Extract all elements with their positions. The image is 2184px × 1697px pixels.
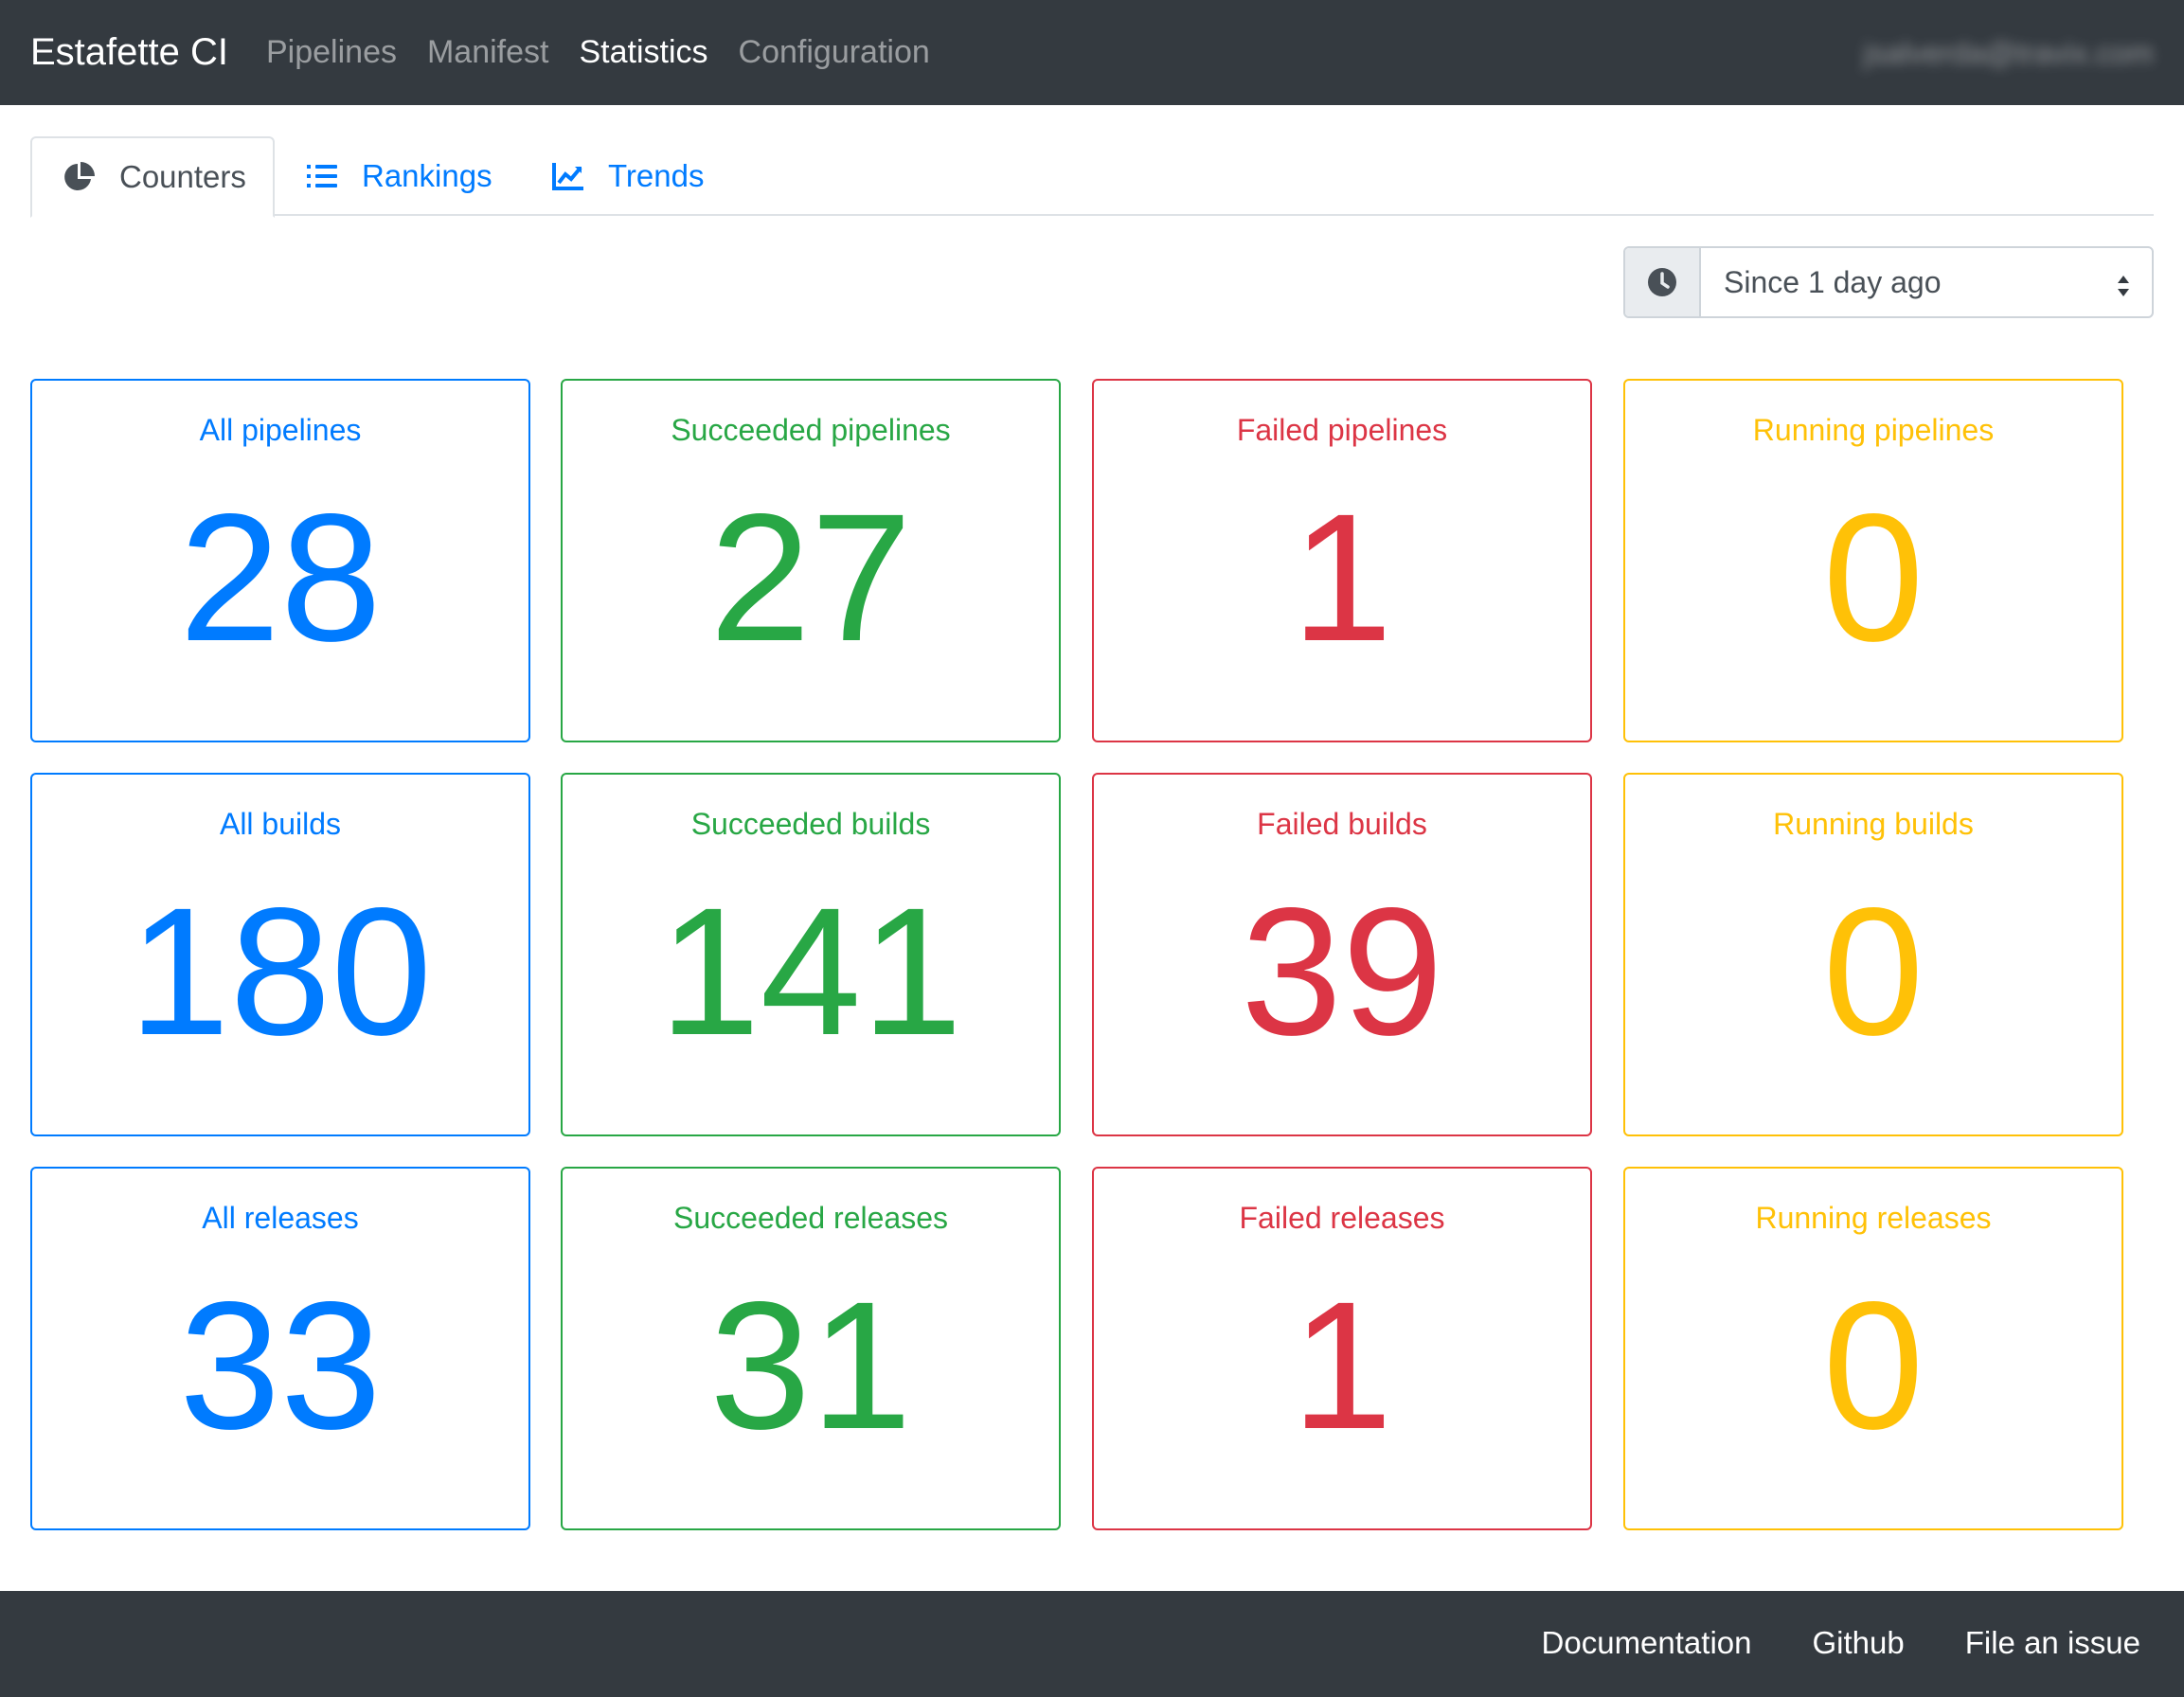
footer-link-file-an-issue[interactable]: File an issue	[1965, 1619, 2140, 1667]
counter-value: 27	[709, 475, 912, 679]
since-filter: Since 1 day ago	[1623, 246, 2154, 318]
nav-link-manifest[interactable]: Manifest	[427, 28, 549, 76]
counter-label: Running pipelines	[1752, 413, 1995, 447]
counter-value: 0	[1822, 475, 1924, 679]
counter-label: Running releases	[1755, 1201, 1992, 1235]
counter-card-all-builds: All builds 180	[30, 773, 530, 1136]
counter-label: All builds	[219, 807, 342, 841]
list-ol-icon	[305, 159, 339, 193]
footer: Documentation Github File an issue	[0, 1591, 2184, 1697]
counter-label: Succeeded pipelines	[671, 413, 951, 447]
counter-card-running-builds: Running builds 0	[1623, 773, 2123, 1136]
counter-card-running-releases: Running releases 0	[1623, 1167, 2123, 1530]
sort-arrows-icon	[2116, 271, 2131, 296]
counter-label: Failed builds	[1257, 807, 1427, 841]
footer-link-github[interactable]: Github	[1813, 1619, 1905, 1667]
tab-rankings[interactable]: Rankings	[305, 136, 492, 216]
counter-value: 180	[128, 869, 433, 1073]
since-select-value: Since 1 day ago	[1724, 264, 1942, 299]
counter-label: All pipelines	[199, 413, 362, 447]
counter-value: 33	[179, 1263, 382, 1467]
counter-label: Failed releases	[1239, 1201, 1445, 1235]
counter-card-failed-pipelines: Failed pipelines 1	[1092, 379, 1592, 742]
counter-card-succeeded-builds: Succeeded builds 141	[561, 773, 1061, 1136]
line-chart-icon	[551, 159, 585, 193]
counter-card-running-pipelines: Running pipelines 0	[1623, 379, 2123, 742]
counter-card-all-pipelines: All pipelines 28	[30, 379, 530, 742]
counter-label: Succeeded builds	[690, 807, 931, 841]
counter-card-failed-releases: Failed releases 1	[1092, 1167, 1592, 1530]
counter-card-failed-builds: Failed builds 39	[1092, 773, 1592, 1136]
nav-link-statistics[interactable]: Statistics	[579, 28, 707, 76]
statistics-tabs: Counters Rankings Trends	[30, 136, 2154, 218]
counter-card-succeeded-releases: Succeeded releases 31	[561, 1167, 1061, 1530]
counter-label: Running builds	[1773, 807, 1974, 841]
counter-value: 1	[1291, 1263, 1393, 1467]
pie-chart-icon	[63, 160, 97, 194]
counter-value: 39	[1241, 869, 1443, 1073]
counter-value: 31	[709, 1263, 912, 1467]
counter-label: All releases	[202, 1201, 359, 1235]
footer-link-documentation[interactable]: Documentation	[1542, 1619, 1752, 1667]
user-email[interactable]: jsalverda@travix.com	[1864, 30, 2154, 76]
counter-value: 28	[179, 475, 382, 679]
counter-value: 0	[1822, 1263, 1924, 1467]
footer-links: Documentation Github File an issue	[1481, 1619, 2140, 1667]
counter-card-succeeded-pipelines: Succeeded pipelines 27	[561, 379, 1061, 742]
counter-value: 141	[658, 869, 963, 1073]
counter-label: Failed pipelines	[1236, 413, 1448, 447]
top-navbar: Estafette CI Pipelines Manifest Statisti…	[0, 0, 2184, 105]
tab-trends[interactable]: Trends	[551, 136, 704, 216]
counter-label: Succeeded releases	[673, 1201, 948, 1235]
counter-value: 0	[1822, 869, 1924, 1073]
since-select[interactable]: Since 1 day ago	[1701, 248, 2152, 316]
counter-card-all-releases: All releases 33	[30, 1167, 530, 1530]
tab-counters[interactable]: Counters	[30, 136, 275, 218]
tab-trends-label: Trends	[608, 158, 705, 193]
tab-counters-label: Counters	[119, 159, 246, 194]
main-nav: Pipelines Manifest Statistics Configurat…	[266, 28, 960, 76]
nav-link-pipelines[interactable]: Pipelines	[266, 28, 397, 76]
tab-rankings-label: Rankings	[362, 158, 492, 193]
nav-link-configuration[interactable]: Configuration	[739, 28, 930, 76]
clock-icon	[1625, 248, 1701, 316]
counter-value: 1	[1291, 475, 1393, 679]
brand-logo[interactable]: Estafette CI	[30, 28, 228, 76]
